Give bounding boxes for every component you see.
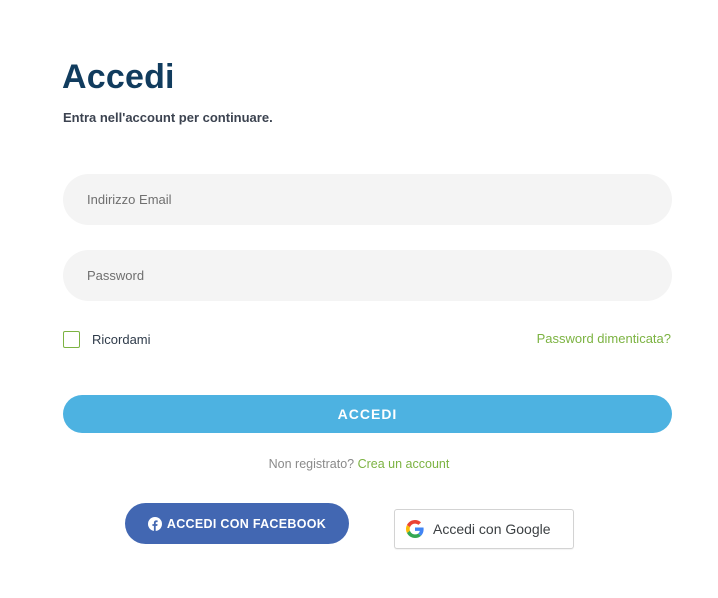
login-button[interactable]: ACCEDI <box>63 395 672 433</box>
register-prompt: Non registrato? <box>268 457 355 471</box>
page-subtitle: Entra nell'account per continuare. <box>63 110 273 125</box>
login-page: Accedi Entra nell'account per continuare… <box>0 0 718 598</box>
google-icon <box>406 520 424 538</box>
password-field[interactable] <box>63 250 672 301</box>
facebook-icon <box>147 516 162 531</box>
remember-label: Ricordami <box>92 332 151 347</box>
remember-checkbox[interactable] <box>63 331 80 348</box>
register-row: Non registrato? Crea un account <box>0 457 718 471</box>
google-login-label: Accedi con Google <box>433 521 551 537</box>
remember-me[interactable]: Ricordami <box>63 329 151 350</box>
create-account-link[interactable]: Crea un account <box>358 457 450 471</box>
facebook-login-label: ACCEDI CON FACEBOOK <box>166 516 327 531</box>
google-login-button[interactable]: Accedi con Google <box>394 509 574 549</box>
email-field[interactable] <box>63 174 672 225</box>
facebook-login-button[interactable]: ACCEDI CON FACEBOOK <box>125 503 349 544</box>
page-title: Accedi <box>62 58 175 96</box>
forgot-password-link[interactable]: Password dimenticata? <box>537 331 671 346</box>
